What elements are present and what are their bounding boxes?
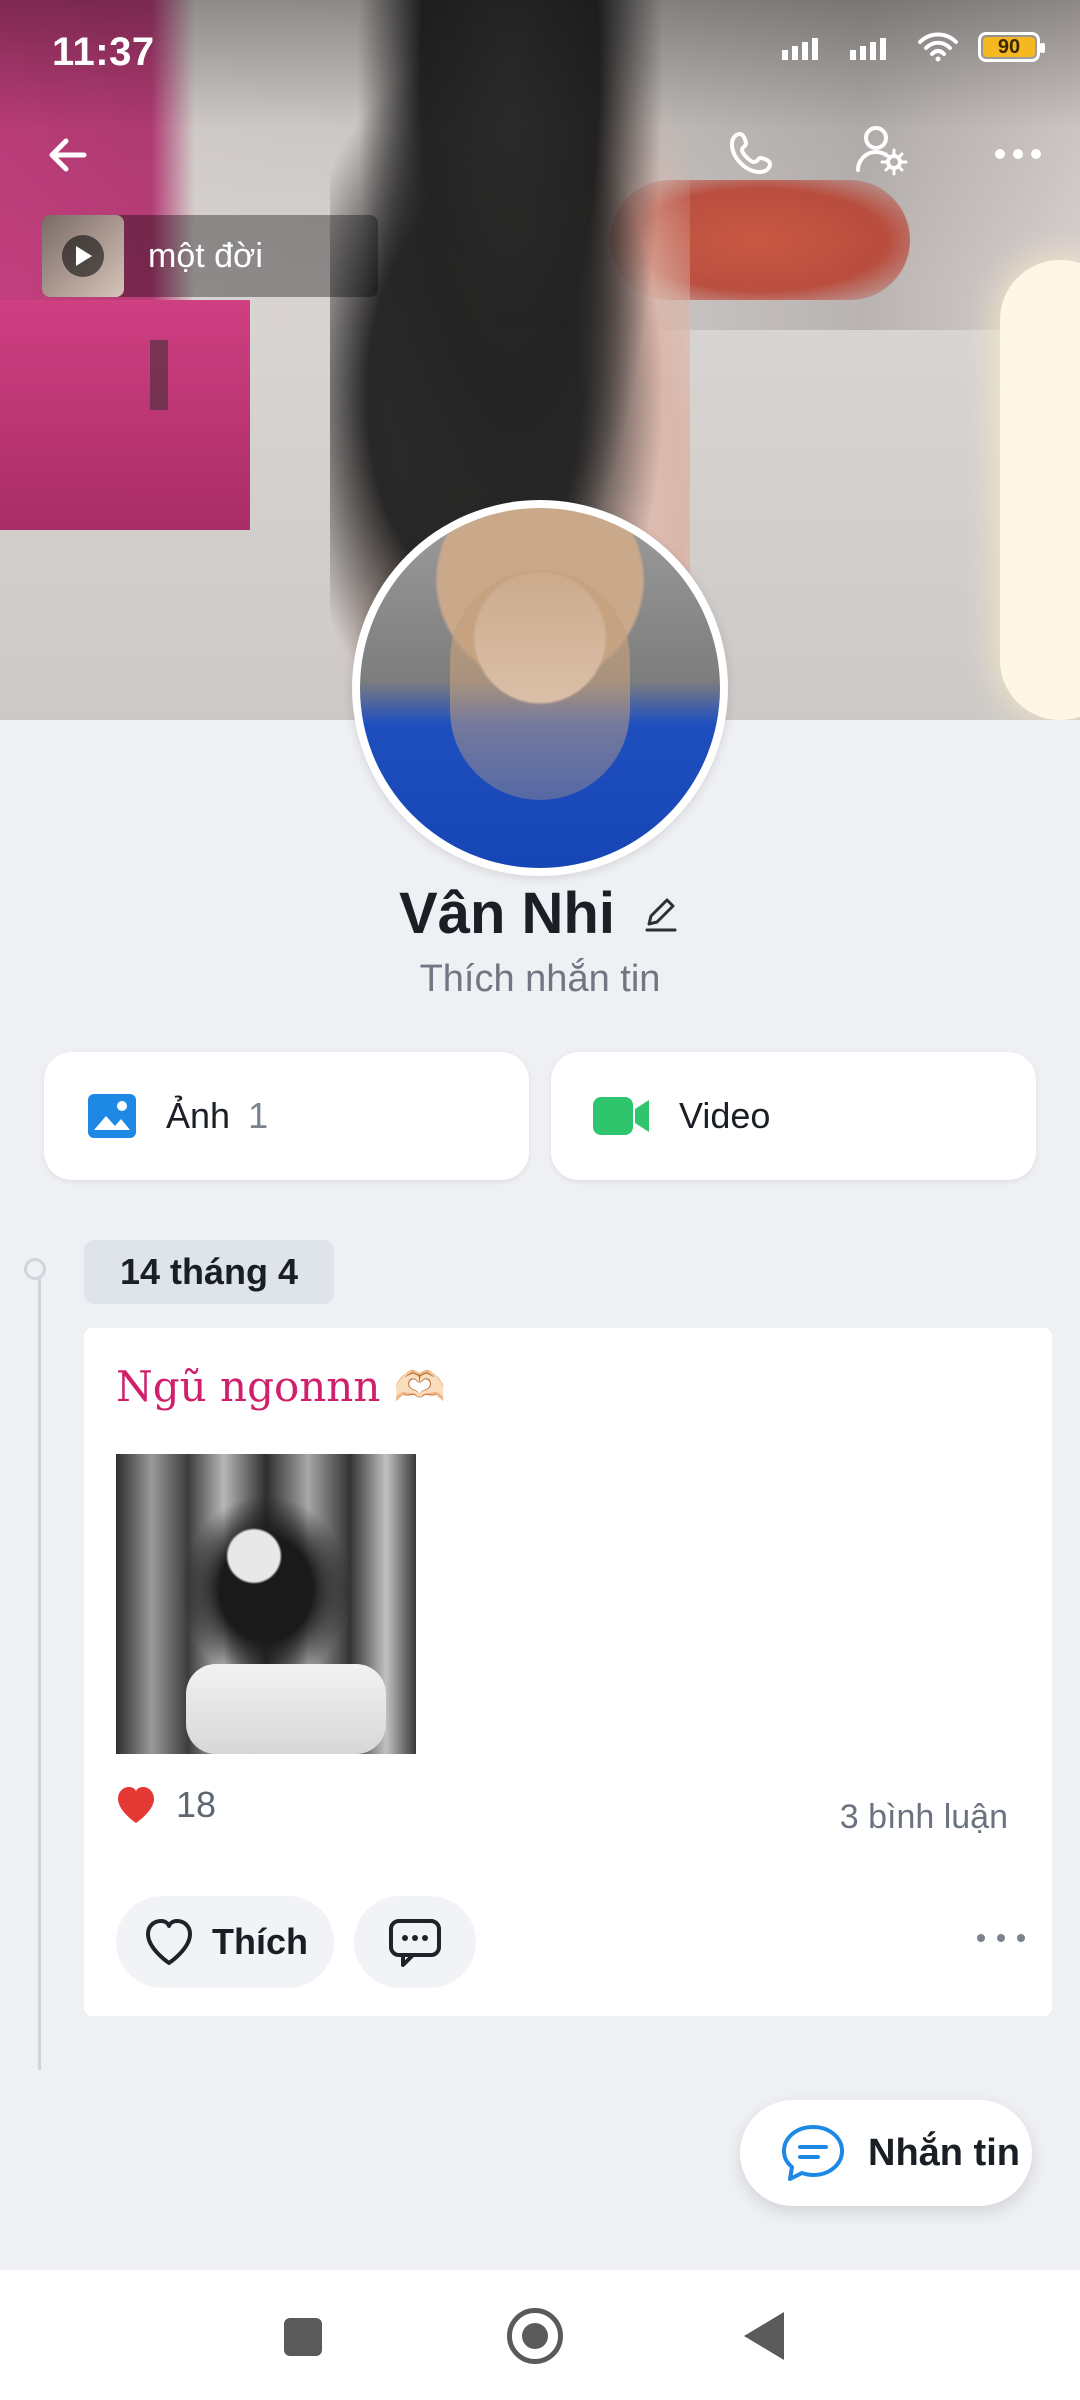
user-settings-icon[interactable] — [850, 118, 914, 182]
status-bar: 11:37 90 — [0, 0, 1080, 110]
profile-name-row: Vân Nhi — [0, 880, 1080, 947]
post-more-icon[interactable] — [966, 1918, 1036, 1958]
videos-tile[interactable]: Video — [551, 1052, 1036, 1180]
comment-icon — [389, 1919, 441, 1967]
comment-button[interactable] — [354, 1896, 476, 1988]
timeline-date: 14 tháng 4 — [84, 1240, 334, 1304]
timeline-line — [38, 1270, 41, 2070]
post-actions: Thích — [116, 1896, 1036, 1988]
profile-avatar[interactable] — [352, 500, 728, 876]
more-horizontal-icon[interactable] — [990, 126, 1046, 182]
photos-count: 1 — [248, 1095, 269, 1136]
message-button-label: Nhắn tin — [868, 2131, 1020, 2174]
image-icon — [88, 1094, 136, 1138]
post-photo[interactable] — [116, 1454, 416, 1754]
post-reactions[interactable]: 18 — [114, 1784, 216, 1826]
arrow-left-icon[interactable] — [38, 125, 102, 185]
reaction-count: 18 — [176, 1784, 217, 1825]
photos-tile[interactable]: Ảnh 1 — [44, 1052, 529, 1180]
cover-cabinet — [0, 300, 250, 530]
like-button[interactable]: Thích — [116, 1896, 334, 1988]
top-action-bar — [0, 110, 1080, 200]
profile-status: Thích nhắn tin — [419, 958, 661, 1000]
edit-pencil-icon[interactable] — [641, 894, 681, 934]
status-icons: 90 — [780, 32, 1045, 62]
profile-music-chip[interactable]: một đời — [42, 215, 378, 297]
video-icon — [593, 1097, 649, 1135]
photos-label: Ảnh — [166, 1095, 231, 1136]
avatar-image — [360, 508, 720, 868]
back-triangle-icon[interactable] — [744, 2312, 784, 2360]
battery-percent: 90 — [997, 36, 1021, 58]
status-time: 11:37 — [52, 30, 155, 74]
profile-name: Vân Nhi — [399, 881, 615, 946]
heart-outline-icon — [146, 1919, 192, 1965]
comment-count[interactable]: 3 bình luận — [840, 1798, 1008, 1837]
videos-label: Video — [679, 1095, 771, 1136]
battery-icon: 90 — [978, 32, 1045, 62]
wifi-icon — [918, 32, 958, 62]
media-tiles: Ảnh 1 Video — [44, 1052, 1036, 1180]
play-icon — [62, 235, 104, 277]
signal-icon — [782, 38, 818, 60]
recent-apps-icon[interactable] — [284, 2318, 322, 2356]
like-label: Thích — [212, 1921, 308, 1962]
message-button[interactable]: Nhắn tin — [740, 2100, 1032, 2206]
post-card: Ngũ ngonnn 🫶🏻 18 3 bình luận Thích — [84, 1328, 1052, 2016]
cover-right-glow — [1000, 260, 1080, 720]
home-icon[interactable] — [507, 2308, 563, 2364]
timeline-dot — [24, 1258, 46, 1280]
music-thumbnail — [42, 215, 124, 297]
phone-icon[interactable] — [720, 120, 784, 184]
system-nav-bar — [0, 2270, 1080, 2400]
heart-icon — [118, 1787, 154, 1823]
chat-icon — [782, 2125, 844, 2181]
post-caption: Ngũ ngonnn 🫶🏻 — [116, 1362, 447, 1411]
music-title: một đời — [148, 236, 263, 275]
signal-icon-2 — [850, 38, 886, 60]
